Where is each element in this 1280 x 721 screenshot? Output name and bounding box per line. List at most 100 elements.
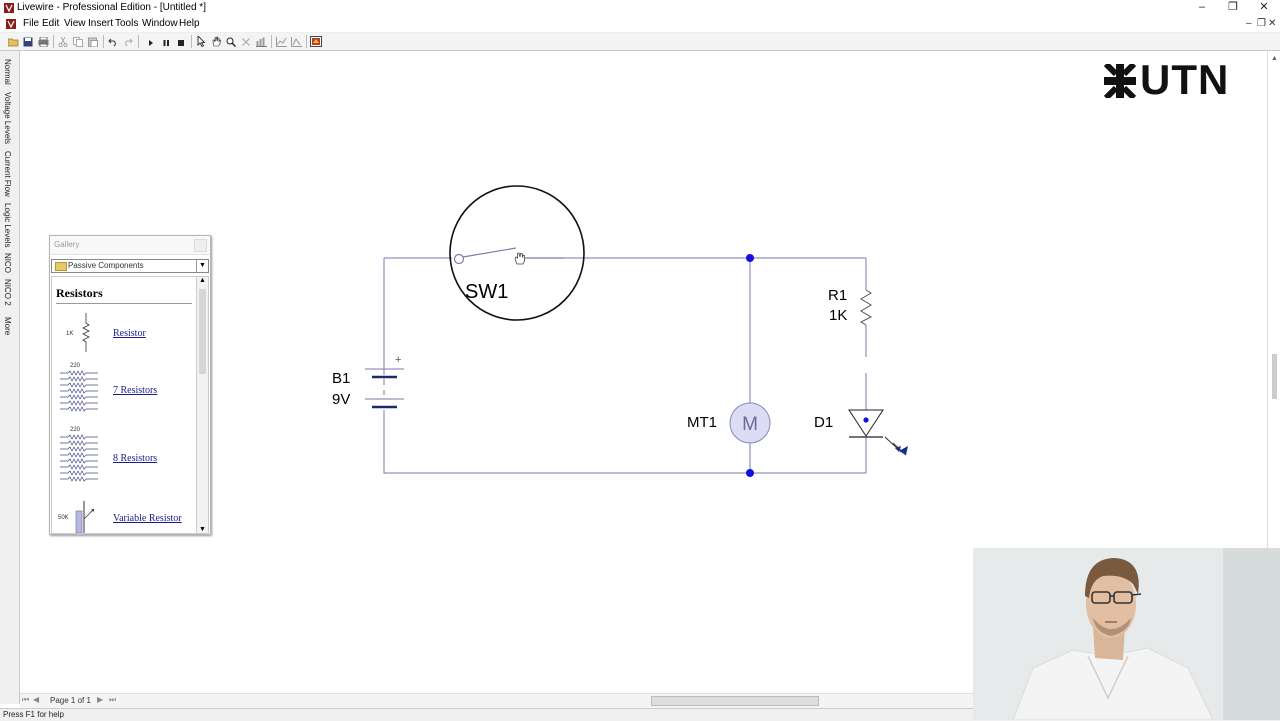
gallery-scroll-thumb[interactable] (199, 289, 206, 374)
open-icon[interactable] (6, 35, 20, 48)
tab-nico-2[interactable]: NICO 2 (3, 279, 12, 306)
switch-sw1[interactable]: SW1 (449, 185, 585, 321)
motor-mt1[interactable]: M MT1 (687, 402, 771, 444)
menu-file[interactable]: File (23, 18, 39, 29)
probe-icon[interactable] (289, 35, 303, 48)
tab-logic-levels[interactable]: Logic Levels (3, 203, 12, 247)
livewire-app-icon (4, 3, 14, 13)
pan-icon[interactable] (209, 35, 223, 48)
presenter-webcam-overlay (973, 548, 1280, 720)
toolbar-separator (53, 35, 54, 48)
utn-logo-text: UTN (1140, 56, 1230, 103)
variable-resistor-thumb-icon[interactable]: 50K (58, 497, 102, 533)
led-dot (863, 417, 869, 423)
undo-icon[interactable] (106, 35, 120, 48)
led-label: D1 (814, 414, 833, 431)
gallery-section-title: Resistors (56, 286, 103, 300)
menu-window[interactable]: Window (142, 18, 178, 29)
mdi-close-button[interactable]: ✕ (1268, 18, 1276, 29)
battery-label: B1 (332, 370, 350, 387)
led-d1[interactable]: D1 (814, 409, 908, 456)
motor-label: MT1 (687, 414, 717, 431)
svg-text:220: 220 (70, 363, 81, 369)
document-icon[interactable] (5, 18, 17, 30)
play-icon[interactable] (144, 35, 158, 48)
minimize-button[interactable]: – (1186, 0, 1218, 16)
tab-nico[interactable]: NICO (3, 253, 12, 273)
save-icon[interactable] (21, 35, 35, 48)
title-bar: Livewire - Professional Edition - [Untit… (0, 0, 1280, 16)
wire-bottom (383, 410, 866, 474)
folder-icon (55, 262, 67, 271)
prev-page-button[interactable]: ◀ (33, 695, 39, 704)
canvas-horizontal-scroll-thumb[interactable] (651, 696, 819, 706)
gallery-section-divider (56, 303, 192, 304)
menu-tools[interactable]: Tools (115, 18, 138, 29)
tab-current-flow[interactable]: Current Flow (3, 151, 12, 197)
mdi-minimize-button[interactable]: – (1246, 18, 1252, 29)
battery-polarity: + (395, 354, 401, 366)
resistor-zigzag (859, 289, 873, 326)
resistor-network-8-thumb-icon[interactable]: 220 (58, 425, 102, 485)
last-page-button[interactable]: ⏭ (109, 695, 116, 705)
gallery-item-7-resistors[interactable]: 7 Resistors (113, 385, 157, 396)
scroll-up-icon[interactable]: ▲ (199, 277, 206, 284)
page-indicator: Page 1 of 1 (50, 696, 91, 705)
select-icon[interactable] (194, 35, 208, 48)
cut-icon[interactable] (56, 35, 70, 48)
tab-more[interactable]: More (3, 317, 12, 335)
gallery-item-resistor[interactable]: Resistor (113, 328, 146, 339)
switch-pivot (453, 253, 465, 265)
junction-node-top (746, 254, 754, 262)
next-page-button[interactable]: ▶ (97, 695, 103, 704)
toolbar-separator (191, 35, 192, 48)
scroll-up-icon[interactable]: ▲ (1271, 55, 1278, 62)
menu-edit[interactable]: Edit (42, 18, 59, 29)
hand-cursor-icon (514, 252, 525, 265)
toolbar (0, 33, 1280, 51)
gallery-close-button[interactable] (194, 239, 207, 252)
zoom-icon[interactable] (224, 35, 238, 48)
toolbar-separator (306, 35, 307, 48)
resistor-network-7-thumb-icon[interactable]: 220 (58, 361, 102, 415)
gallery-category-value: Passive Components (68, 261, 144, 270)
led-triangle (848, 409, 884, 437)
gallery-header[interactable]: Gallery (50, 236, 210, 255)
redo-icon[interactable] (121, 35, 135, 48)
gallery-panel: Gallery Passive Components ▼ Resistors 1… (49, 235, 211, 535)
chart-icon[interactable] (254, 35, 268, 48)
copy-icon[interactable] (71, 35, 85, 48)
close-button[interactable]: ✕ (1248, 0, 1280, 16)
resistor-value: 1K (829, 307, 847, 324)
battery-b1[interactable]: + B1 9V (332, 354, 404, 409)
chevron-down-icon[interactable]: ▼ (196, 260, 208, 272)
gallery-scrollbar[interactable]: ▲ ▼ (196, 276, 209, 534)
gallery-category-select[interactable]: Passive Components ▼ (51, 259, 209, 273)
menu-help[interactable]: Help (179, 18, 200, 29)
gallery-item-variable-resistor[interactable]: Variable Resistor (113, 513, 182, 524)
paste-icon[interactable] (86, 35, 100, 48)
delete-icon[interactable] (239, 35, 253, 48)
resistor-r1[interactable]: R1 1K (828, 287, 873, 326)
print-icon[interactable] (36, 35, 50, 48)
menu-view[interactable]: View (64, 18, 86, 29)
first-page-button[interactable]: ⏮ (22, 695, 29, 705)
switch-blade (462, 247, 517, 258)
resistor-thumb-icon[interactable]: 1K (58, 311, 98, 353)
status-text: Press F1 for help (3, 710, 64, 719)
pause-icon[interactable] (159, 35, 173, 48)
tab-voltage-levels[interactable]: Voltage Levels (3, 92, 12, 144)
restore-button[interactable]: ❐ (1217, 0, 1249, 16)
scroll-down-icon[interactable]: ▼ (199, 526, 206, 533)
graph-icon[interactable] (274, 35, 288, 48)
canvas-vscroll-thumb[interactable] (1272, 354, 1277, 399)
gallery-item-8-resistors[interactable]: 8 Resistors (113, 453, 157, 464)
tab-normal[interactable]: Normal (3, 59, 12, 85)
view-mode-tabs: Normal Voltage Levels Current Flow Logic… (0, 51, 20, 704)
mdi-restore-button[interactable]: ❐ (1257, 18, 1266, 29)
menu-insert[interactable]: Insert (88, 18, 113, 29)
gallery-icon[interactable] (309, 35, 323, 48)
gallery-title: Gallery (54, 240, 80, 249)
utn-logo: UTN (1102, 56, 1234, 103)
stop-icon[interactable] (174, 35, 188, 48)
